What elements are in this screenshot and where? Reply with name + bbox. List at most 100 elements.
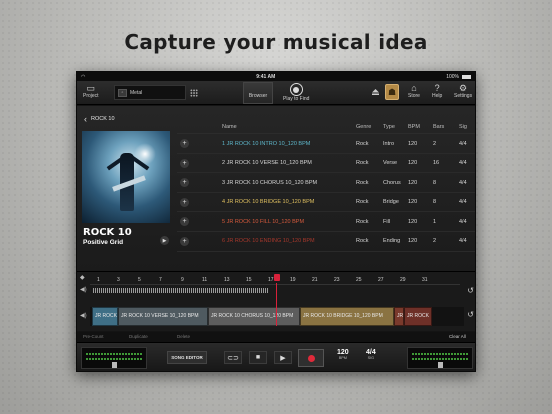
cell-genre: Rock — [356, 199, 369, 206]
cell-genre: Rock — [356, 218, 369, 225]
col-genre[interactable]: Genre — [356, 124, 371, 130]
loop-toggle-icon-2[interactable]: ↺ — [467, 310, 474, 319]
cell-bars: 2 — [433, 140, 437, 147]
play-icon: ▶ — [280, 354, 286, 362]
duplicate-button[interactable]: Duplicate — [129, 334, 148, 339]
cell-type: Ending — [383, 238, 401, 245]
cell-bars: 16 — [433, 160, 440, 167]
cell-genre: Rock — [356, 160, 369, 167]
col-bars[interactable]: Bars — [433, 124, 444, 130]
col-name[interactable]: Name — [222, 124, 237, 130]
play-button[interactable]: ▶ — [274, 351, 292, 364]
cell-name: 2 JR ROCK 10 VERSE 10_120 BPM — [222, 160, 312, 167]
loop-table: Name Genre Type BPM Bars Sig +1 JR ROCK … — [177, 120, 475, 252]
project-button[interactable]: ▭ Project — [83, 83, 99, 99]
cell-sig: 4/4 — [459, 238, 467, 245]
bar-number: 9 — [181, 277, 184, 283]
tone-profile-icon[interactable]: ☗ — [385, 84, 399, 100]
table-row[interactable]: +1 JR ROCK 10 INTRO 10_120 BPM Rock Intro 1… — [177, 134, 475, 154]
cell-type: Bridge — [383, 199, 399, 206]
cell-name: 4 JR ROCK 10 BRIDGE 10_120 BPM — [222, 199, 315, 206]
loop-toggle-icon[interactable]: ↺ — [467, 286, 474, 295]
play-to-find-button[interactable]: Play to Find — [283, 83, 309, 102]
table-row[interactable]: +6 JR ROCK 10 ENDING 10_120 BPM Rock Endin… — [177, 232, 475, 252]
browser-tab[interactable]: Browser — [243, 82, 273, 104]
battery-icon — [461, 74, 471, 79]
timeline-marker-icon: ◆ — [80, 275, 85, 281]
eject-icon[interactable] — [372, 89, 379, 95]
record-button[interactable] — [298, 349, 324, 367]
drum-track[interactable]: JR ROCK JR ROCK 10 VERSE 10_120 BPM JR ROC… — [90, 307, 464, 326]
add-loop-button[interactable]: + — [180, 197, 189, 207]
browser-icon — [253, 83, 263, 93]
cell-genre: Rock — [356, 179, 369, 186]
cell-bars: 1 — [433, 218, 437, 225]
album-title: ROCK 10 — [83, 227, 132, 238]
loop-button[interactable]: ⊂⊃ — [224, 351, 242, 364]
timeline-clip[interactable]: JR ROCK 10 BRIDGE 10_120 BPM — [300, 307, 394, 326]
playhead[interactable] — [274, 274, 280, 281]
cell-type: Chorus — [383, 179, 401, 186]
cell-sig: 4/4 — [459, 179, 467, 186]
col-sig[interactable]: Sig — [459, 124, 467, 130]
ipad-screen: ◠ 9:41 AM 100% ▭ Project ◦ Metal Browser… — [76, 71, 476, 372]
cell-bpm: 120 — [408, 179, 418, 186]
timeline-clip[interactable]: JR ROCK — [92, 307, 118, 326]
add-loop-button[interactable]: + — [180, 236, 189, 246]
bar-number: 23 — [334, 277, 340, 283]
settings-button[interactable]: ⚙ Settings — [454, 83, 472, 99]
output-level-meter[interactable] — [407, 347, 473, 369]
input-level-meter[interactable] — [81, 347, 147, 369]
status-bar: ◠ 9:41 AM 100% — [77, 72, 475, 81]
add-loop-button[interactable]: + — [180, 217, 189, 227]
cell-sig: 4/4 — [459, 218, 467, 225]
table-row[interactable]: +5 JR ROCK 10 FILL 10_120 BPM Rock Fill 120… — [177, 212, 475, 232]
delete-button[interactable]: Delete — [177, 334, 190, 339]
cell-bpm: 120 — [408, 199, 418, 206]
add-loop-button[interactable]: + — [180, 139, 189, 148]
signature-readout[interactable]: 4/4 SIG — [366, 349, 376, 360]
store-button[interactable]: ⌂ Store — [408, 83, 420, 99]
browser-label: Browser — [248, 93, 268, 99]
cell-bpm: 120 — [408, 238, 418, 245]
project-label: Project — [83, 93, 99, 99]
headline: Capture your musical idea — [124, 30, 428, 54]
back-button[interactable]: ‹ ROCK 10 — [84, 114, 115, 124]
bar-number: 5 — [138, 277, 141, 283]
cell-sig: 4/4 — [459, 199, 467, 206]
song-editor-button[interactable]: SONG EDITOR — [167, 351, 207, 364]
chevron-left-icon: ‹ — [84, 114, 87, 124]
pre-count-button[interactable]: Pre-Count — [83, 334, 104, 339]
clear-all-button[interactable]: Clear All — [449, 334, 466, 339]
table-row[interactable]: +3 JR ROCK 10 CHORUS 10_120 BPM Rock Choru… — [177, 173, 475, 193]
help-button[interactable]: ? Help — [432, 83, 442, 99]
cell-name: 6 JR ROCK 10 ENDING 10_120 BPM — [222, 238, 315, 245]
tempo-readout[interactable]: 120 BPM — [337, 349, 349, 360]
add-loop-button[interactable]: + — [180, 158, 189, 168]
bar-number: 7 — [159, 277, 162, 283]
cell-genre: Rock — [356, 140, 369, 147]
wifi-icon: ◠ — [81, 73, 86, 80]
song-timeline: ◆ 1 3 5 7 9 11 13 15 17 19 21 23 25 27 29 31 ◀) ◀) JR R… — [77, 271, 475, 331]
add-loop-button[interactable]: + — [180, 178, 189, 188]
timeline-clip[interactable]: JR ROCK 10 VERSE 10_120 BPM — [118, 307, 208, 326]
record-circle-icon — [289, 83, 303, 96]
volume-icon[interactable]: ◀) — [80, 286, 87, 293]
grid-icon[interactable] — [190, 89, 198, 97]
table-row[interactable]: +4 JR ROCK 10 BRIDGE 10_120 BPM Rock Bridg… — [177, 193, 475, 213]
preset-selector[interactable]: ◦ Metal — [114, 85, 186, 100]
table-row[interactable]: +2 JR ROCK 10 VERSE 10_120 BPM Rock Verse 1… — [177, 154, 475, 174]
cell-bars: 8 — [433, 179, 437, 186]
status-time: 9:41 AM — [256, 73, 276, 80]
preview-play-button[interactable]: ▶ — [160, 236, 169, 245]
col-bpm[interactable]: BPM — [408, 124, 420, 130]
timeline-clip[interactable]: JR ROCK — [404, 307, 432, 326]
timeline-clip[interactable]: JR ROCK 10 CHORUS 10_120 BPM — [208, 307, 300, 326]
col-type[interactable]: Type — [383, 124, 395, 130]
edit-bar: Pre-Count Duplicate Delete Clear All — [77, 332, 475, 342]
timeline-clip[interactable]: JR — [394, 307, 404, 326]
cell-genre: Rock — [356, 238, 369, 245]
stop-button[interactable]: ■ — [249, 351, 267, 364]
drum-volume-icon[interactable]: ◀) — [80, 312, 87, 319]
bar-number: 31 — [422, 277, 428, 283]
